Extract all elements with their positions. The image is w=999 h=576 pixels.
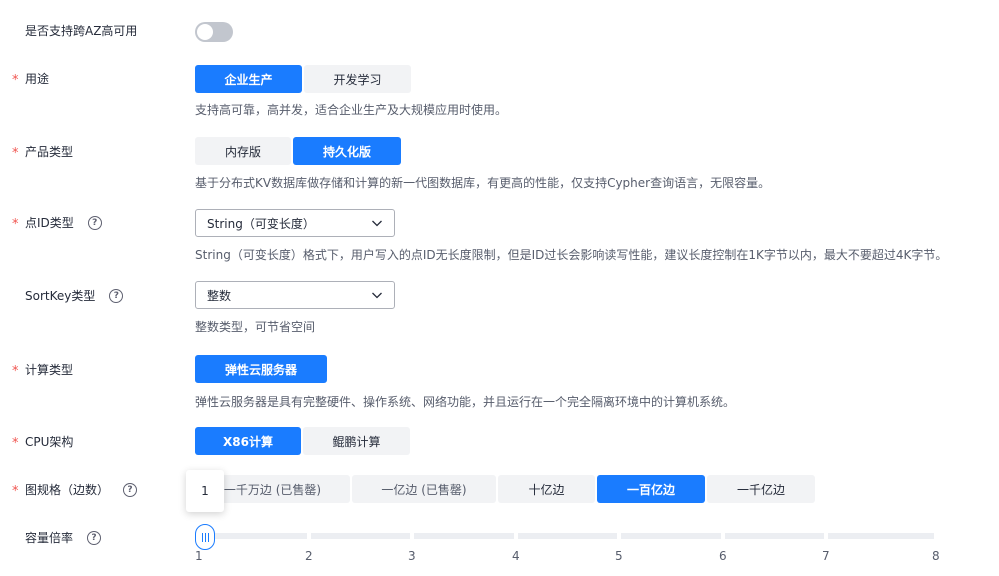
vertex-id-type-description: String（可变长度）格式下，用户写入的点ID无长度限制，但是ID过长会影响读… [195,248,948,262]
cross-az-label: 是否支持跨AZ高可用 [25,24,138,38]
slider-tick-label: 1 [195,549,203,563]
compute-type-label: * 计算类型 [12,363,74,379]
slider-tick-label: 6 [719,549,727,563]
required-asterisk: * [12,72,19,88]
slider-thumb[interactable] [195,524,215,550]
product-type-label: * 产品类型 [12,145,74,161]
slider-track-segment[interactable] [725,533,824,539]
compute-type-option-ecs[interactable]: 弹性云服务器 [195,355,327,383]
slider-tick-label: 7 [822,549,830,563]
chevron-down-icon [372,220,382,227]
compute-type-segmented: 弹性云服务器 [195,355,329,383]
graph-spec-option-10b[interactable]: 一百亿边 [597,475,705,503]
vertex-id-type-select[interactable]: String（可变长度） [195,209,395,237]
slider-tick-label: 8 [932,549,940,563]
slider-tick-label: 4 [512,549,520,563]
slider-track-segment[interactable] [518,533,617,539]
sortkey-type-label: SortKey类型 ? [12,287,124,304]
product-type-segmented: 内存版 持久化版 [195,137,403,165]
graph-spec-option-100b[interactable]: 一千亿边 [707,475,815,503]
cpu-arch-option-kunpeng[interactable]: 鲲鹏计算 [303,427,410,455]
slider-tick-label: 3 [408,549,416,563]
cpu-arch-segmented: X86计算 鲲鹏计算 [195,427,412,455]
required-asterisk: * [12,145,19,161]
help-icon[interactable]: ? [87,530,102,545]
slider-tooltip: 1 [186,470,224,512]
required-asterisk: * [12,435,19,451]
slider-track-segment[interactable] [311,533,410,539]
compute-type-description: 弹性云服务器是具有完整硬件、操作系统、网络功能，并且运行在一个完全隔离环境中的计… [195,395,736,409]
slider-track-segment[interactable] [414,533,514,539]
cpu-arch-option-x86[interactable]: X86计算 [195,427,301,455]
cpu-arch-label: * CPU架构 [12,435,74,451]
required-asterisk: * [12,363,19,379]
product-type-option-memory[interactable]: 内存版 [195,137,291,165]
usage-segmented: 企业生产 开发学习 [195,65,413,93]
slider-track-segment[interactable] [621,533,721,539]
help-icon[interactable]: ? [87,215,102,230]
required-asterisk: * [12,483,19,499]
usage-description: 支持高可靠，高并发，适合企业生产及大规模应用时使用。 [195,103,508,117]
usage-label: * 用途 [12,72,50,88]
sortkey-type-select[interactable]: 整数 [195,281,395,309]
toggle-knob [197,24,213,40]
help-icon[interactable]: ? [123,482,138,497]
graph-spec-label: * 图规格（边数） ? [12,481,138,499]
slider-track-segment[interactable] [209,533,307,539]
graph-spec-segmented: 一千万边 (已售罄) 一亿边 (已售罄) 十亿边 一百亿边 一千亿边 [195,475,817,503]
slider-tick-label: 5 [615,549,623,563]
chevron-down-icon [372,292,382,299]
graph-spec-option-1b[interactable]: 十亿边 [498,475,595,503]
usage-option-production[interactable]: 企业生产 [195,65,302,93]
graph-spec-option-100m[interactable]: 一亿边 (已售罄) [352,475,496,503]
vertex-id-type-label: * 点ID类型 ? [12,214,102,231]
slider-track-segment[interactable] [828,533,934,539]
cross-az-toggle[interactable] [195,22,233,42]
help-icon[interactable]: ? [109,288,124,303]
grip-icon [201,532,209,542]
usage-option-development[interactable]: 开发学习 [304,65,411,93]
product-type-option-persistent[interactable]: 持久化版 [293,137,401,165]
slider-tick-label: 2 [305,549,313,563]
capacity-ratio-label: 容量倍率 ? [12,529,102,546]
required-asterisk: * [12,216,19,232]
product-type-description: 基于分布式KV数据库做存储和计算的新一代图数据库，有更高的性能，仅支持Cyphe… [195,176,771,190]
sortkey-type-description: 整数类型，可节省空间 [195,320,316,334]
